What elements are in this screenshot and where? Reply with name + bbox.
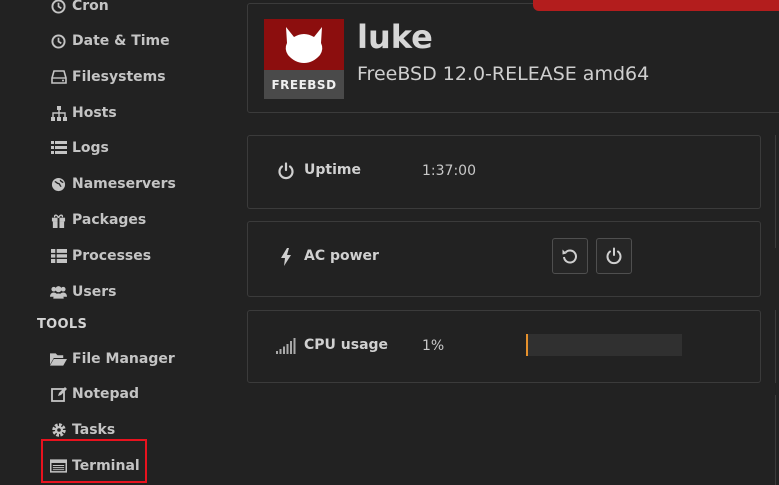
sidebar-item-file-manager[interactable]: File Manager bbox=[50, 348, 175, 370]
cpu-usage-value: 1% bbox=[422, 338, 445, 354]
sidebar-item-label: Date & Time bbox=[72, 33, 170, 49]
restart-button[interactable] bbox=[552, 238, 588, 274]
uptime-card: Uptime 1:37:00 bbox=[247, 135, 761, 209]
power-icon bbox=[606, 247, 622, 265]
globe-icon bbox=[50, 176, 67, 193]
card-edge bbox=[775, 135, 779, 248]
power-card: AC power bbox=[247, 221, 761, 297]
shutdown-button[interactable] bbox=[596, 238, 632, 274]
hard-drive-icon bbox=[50, 69, 67, 86]
sidebar-item-users[interactable]: Users bbox=[50, 281, 116, 303]
logo-label: FREEBSD bbox=[264, 70, 344, 99]
freebsd-logo: FREEBSD bbox=[264, 19, 344, 99]
card-edge bbox=[775, 395, 779, 485]
gift-icon bbox=[50, 212, 67, 229]
sidebar-item-processes[interactable]: Processes bbox=[50, 245, 151, 267]
sidebar-item-tasks[interactable]: Tasks bbox=[50, 419, 115, 441]
bsd-daemon-icon bbox=[285, 26, 323, 63]
hostname: luke bbox=[357, 18, 433, 56]
sidebar-item-label: File Manager bbox=[72, 351, 175, 367]
sidebar-item-label: Cron bbox=[72, 0, 109, 14]
cpu-usage-bar bbox=[526, 334, 682, 356]
sidebar-item-filesystems[interactable]: Filesystems bbox=[50, 66, 166, 88]
sidebar-item-nameservers[interactable]: Nameservers bbox=[50, 173, 176, 195]
signal-bars-icon bbox=[276, 336, 296, 356]
cpu-card: CPU usage 1% bbox=[247, 310, 761, 383]
clock-icon bbox=[50, 0, 67, 15]
alert-banner bbox=[533, 0, 779, 11]
sidebar: Cron Date & Time Filesystems Hosts Logs … bbox=[0, 0, 230, 483]
sidebar-item-label: Hosts bbox=[72, 105, 117, 121]
clock-icon bbox=[50, 33, 67, 50]
sidebar-item-label: Notepad bbox=[72, 386, 140, 402]
terminal-highlight-box bbox=[41, 439, 147, 483]
sidebar-item-label: Tasks bbox=[72, 422, 116, 438]
tools-heading: TOOLS bbox=[37, 317, 88, 332]
sitemap-icon bbox=[50, 105, 67, 122]
sidebar-item-label: Users bbox=[72, 284, 117, 300]
bolt-icon bbox=[276, 247, 296, 267]
sidebar-item-cron[interactable]: Cron bbox=[50, 0, 109, 17]
folder-open-icon bbox=[50, 351, 67, 368]
cpu-usage-label: CPU usage bbox=[304, 337, 389, 353]
list-icon bbox=[50, 140, 67, 157]
sidebar-item-notepad[interactable]: Notepad bbox=[50, 383, 139, 405]
sidebar-item-label: Logs bbox=[72, 140, 109, 156]
edit-icon bbox=[50, 386, 67, 403]
cpu-usage-bar-fill bbox=[526, 334, 528, 356]
uptime-value: 1:37:00 bbox=[422, 163, 476, 179]
sidebar-item-logs[interactable]: Logs bbox=[50, 137, 109, 159]
os-version: FreeBSD 12.0-RELEASE amd64 bbox=[357, 63, 650, 85]
undo-icon bbox=[562, 249, 577, 264]
cog-icon bbox=[50, 422, 67, 439]
sidebar-item-label: Packages bbox=[72, 212, 147, 228]
sidebar-item-hosts[interactable]: Hosts bbox=[50, 102, 117, 124]
uptime-label: Uptime bbox=[304, 162, 361, 178]
sidebar-item-packages[interactable]: Packages bbox=[50, 209, 146, 231]
sidebar-item-label: Filesystems bbox=[72, 69, 166, 85]
table-list-icon bbox=[50, 248, 67, 265]
ac-power-label: AC power bbox=[304, 248, 379, 264]
sidebar-item-label: Nameservers bbox=[72, 176, 176, 192]
sidebar-item-date-time[interactable]: Date & Time bbox=[50, 30, 170, 52]
power-icon bbox=[276, 161, 296, 181]
sidebar-item-label: Processes bbox=[72, 248, 152, 264]
users-icon bbox=[50, 284, 67, 301]
card-edge bbox=[775, 310, 779, 383]
